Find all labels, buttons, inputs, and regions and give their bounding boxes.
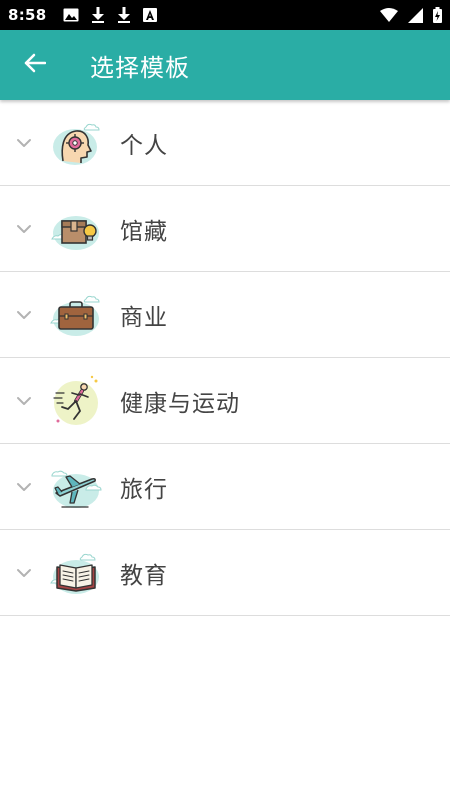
status-bar: 8:58 — [0, 0, 450, 30]
runner-icon — [48, 373, 104, 429]
battery-icon — [433, 7, 442, 23]
book-icon — [48, 545, 104, 601]
category-item-business[interactable]: 商业 — [0, 272, 450, 358]
back-button[interactable] — [0, 30, 70, 100]
category-label: 商业 — [120, 304, 168, 331]
chevron-down-icon[interactable] — [12, 482, 36, 492]
image-icon — [63, 8, 79, 22]
category-item-collection[interactable]: 馆藏 — [0, 186, 450, 272]
cell-signal-icon — [408, 7, 423, 23]
category-item-health-sports[interactable]: 健康与运动 — [0, 358, 450, 444]
system-icons — [380, 0, 442, 30]
wifi-icon — [380, 8, 398, 22]
notification-icons — [63, 7, 157, 23]
category-label: 馆藏 — [120, 218, 168, 245]
category-item-travel[interactable]: 旅行 — [0, 444, 450, 530]
app-bar: 选择模板 — [0, 30, 450, 100]
download-icon — [117, 7, 131, 23]
airplane-icon — [48, 459, 104, 515]
briefcase-icon — [48, 287, 104, 343]
arrow-left-icon — [24, 53, 47, 77]
category-item-personal[interactable]: 个人 — [0, 100, 450, 186]
chevron-down-icon[interactable] — [12, 396, 36, 406]
category-label: 教育 — [120, 562, 168, 589]
page-title: 选择模板 — [90, 53, 190, 82]
a-icon — [142, 8, 157, 22]
head-gear-icon — [48, 115, 104, 171]
chevron-down-icon[interactable] — [12, 310, 36, 320]
chevron-down-icon[interactable] — [12, 138, 36, 148]
template-category-list: 个人 馆藏 商业 健康与运动 旅行 教育 — [0, 100, 450, 616]
chevron-down-icon[interactable] — [12, 568, 36, 578]
download-icon — [91, 7, 105, 23]
category-label: 旅行 — [120, 476, 168, 503]
chevron-down-icon[interactable] — [12, 224, 36, 234]
category-item-education[interactable]: 教育 — [0, 530, 450, 616]
category-label: 健康与运动 — [120, 390, 240, 417]
status-time: 8:58 — [8, 6, 47, 24]
box-lightbulb-icon — [48, 201, 104, 257]
category-label: 个人 — [120, 132, 168, 159]
